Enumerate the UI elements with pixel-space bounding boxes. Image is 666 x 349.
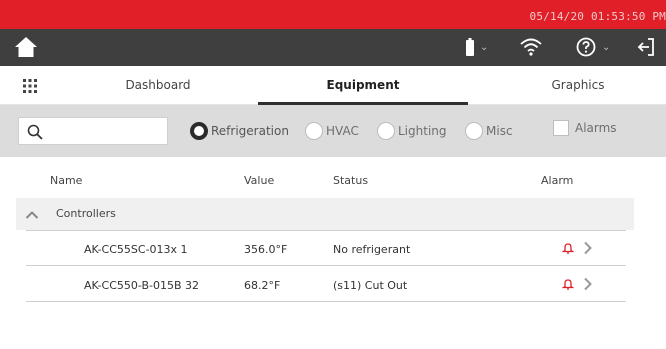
filter-label: Refrigeration bbox=[211, 124, 289, 138]
filter-label: Misc bbox=[486, 124, 513, 138]
tab-equipment[interactable]: Equipment bbox=[258, 66, 468, 105]
divider bbox=[26, 230, 626, 231]
search-icon bbox=[27, 124, 43, 140]
search-input[interactable] bbox=[18, 117, 168, 145]
column-header-name: Name bbox=[50, 174, 83, 187]
row-status: No refrigerant bbox=[333, 243, 411, 256]
row-value: 356.0°F bbox=[244, 243, 288, 256]
chevron-right-icon[interactable] bbox=[583, 241, 593, 255]
row-value: 68.2°F bbox=[244, 279, 281, 292]
table-header: Name Value Status Alarm bbox=[0, 174, 666, 190]
filter-lighting[interactable]: Lighting bbox=[377, 120, 447, 142]
checkbox-icon bbox=[553, 120, 569, 136]
alarms-label: Alarms bbox=[575, 121, 617, 135]
status-bar: 05/14/20 01:53:50 PM bbox=[0, 0, 666, 29]
row-name: AK-CC550-B-015B 32 bbox=[84, 279, 200, 292]
column-header-value: Value bbox=[244, 174, 275, 187]
apps-grid-icon[interactable] bbox=[22, 78, 38, 94]
radio-icon bbox=[377, 122, 395, 140]
filter-refrigeration[interactable]: Refrigeration bbox=[190, 120, 289, 142]
radio-icon bbox=[305, 122, 323, 140]
datetime: 05/14/20 01:53:50 PM bbox=[529, 10, 666, 23]
home-icon[interactable] bbox=[14, 35, 38, 59]
chevron-down-icon: ⌄ bbox=[480, 41, 489, 53]
alarms-checkbox[interactable]: Alarms bbox=[553, 120, 617, 136]
chevron-up-icon bbox=[25, 211, 39, 219]
battery-icon bbox=[466, 38, 474, 56]
filter-misc[interactable]: Misc bbox=[465, 120, 513, 142]
filter-label: Lighting bbox=[398, 124, 447, 138]
logout-icon[interactable] bbox=[637, 35, 655, 59]
row-name: AK-CC55SC-013x 1 bbox=[84, 243, 188, 256]
group-label: Controllers bbox=[56, 207, 116, 220]
filter-hvac[interactable]: HVAC bbox=[305, 120, 359, 142]
wifi-icon[interactable] bbox=[520, 35, 542, 59]
chevron-right-icon[interactable] bbox=[583, 277, 593, 291]
toolbar: ⌄ ⌄ bbox=[0, 29, 666, 66]
column-header-status: Status bbox=[333, 174, 369, 187]
group-controllers[interactable]: Controllers bbox=[16, 198, 634, 230]
help-icon bbox=[576, 37, 596, 57]
tab-dashboard[interactable]: Dashboard bbox=[58, 66, 258, 105]
battery-button[interactable]: ⌄ bbox=[466, 35, 488, 59]
radio-selected-icon bbox=[190, 122, 208, 140]
tab-graphics[interactable]: Graphics bbox=[478, 66, 666, 105]
tab-bar: Dashboard Equipment Graphics bbox=[0, 66, 666, 105]
row-status: (s11) Cut Out bbox=[333, 279, 408, 292]
alarm-bell-icon bbox=[562, 279, 574, 290]
help-button[interactable]: ⌄ bbox=[576, 35, 610, 59]
chevron-down-icon: ⌄ bbox=[602, 41, 611, 53]
column-header-alarm: Alarm bbox=[541, 174, 574, 187]
radio-icon bbox=[465, 122, 483, 140]
alarm-bell-icon bbox=[562, 243, 574, 254]
filter-bar: Refrigeration HVAC Lighting Misc Alarms bbox=[0, 105, 666, 157]
table-row[interactable]: AK-CC55SC-013x 1 356.0°F No refrigerant bbox=[26, 232, 626, 266]
table-row[interactable]: AK-CC550-B-015B 32 68.2°F (s11) Cut Out bbox=[26, 268, 626, 302]
filter-label: HVAC bbox=[326, 124, 359, 138]
